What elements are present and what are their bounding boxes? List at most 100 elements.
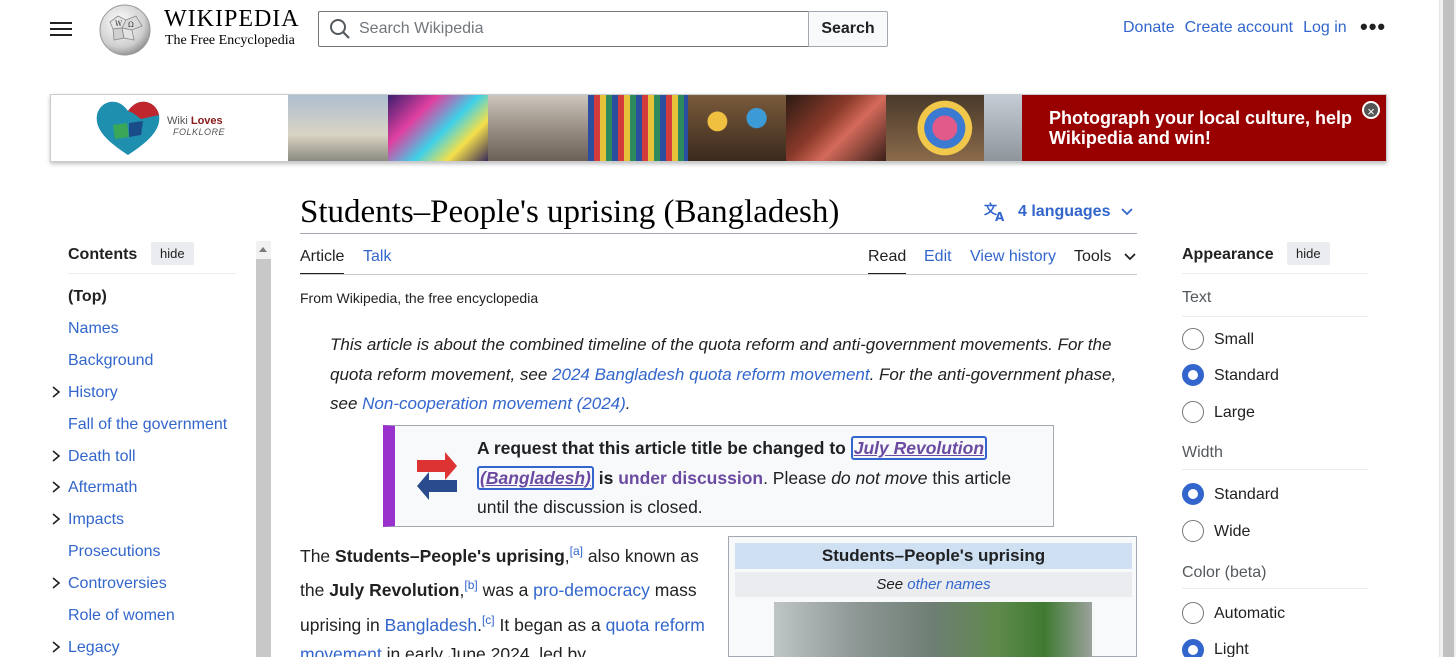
lede-text: It began as a [494, 614, 606, 635]
page-scrollbar[interactable] [1439, 0, 1456, 657]
tab-edit[interactable]: Edit [924, 248, 952, 266]
tab-article[interactable]: Article [300, 248, 345, 275]
create-account-link[interactable]: Create account [1185, 19, 1294, 37]
chevron-right-icon[interactable] [50, 449, 62, 466]
tab-talk[interactable]: Talk [363, 248, 391, 266]
appearance-divider [1182, 273, 1368, 274]
banner-logo-text: Wiki Loves FOLKLORE [167, 115, 225, 137]
text-large-label[interactable]: Large [1214, 404, 1255, 422]
lede-text: The [300, 545, 336, 566]
toc-item[interactable]: Impacts [68, 511, 124, 529]
width-wide-label[interactable]: Wide [1214, 523, 1250, 541]
text-standard-radio[interactable] [1182, 364, 1204, 386]
july-revolution-link[interactable]: July Revolution [850, 436, 988, 460]
wiki-loves-folklore-logo: Wiki Loves FOLKLORE [51, 95, 288, 161]
text-standard-label[interactable]: Standard [1214, 367, 1279, 385]
toc-item[interactable]: Role of women [68, 607, 175, 625]
chevron-right-icon[interactable] [50, 576, 62, 593]
reference-c[interactable]: [c] [482, 613, 495, 627]
toc-item[interactable]: Background [68, 352, 153, 370]
toc-title: Contents [68, 246, 138, 263]
color-label: Color (beta) [1182, 564, 1267, 581]
donate-link[interactable]: Donate [1123, 19, 1175, 37]
language-button[interactable]: 文 A 4 languages [984, 201, 1134, 223]
infobox-see-also: See other names [735, 572, 1132, 597]
banner-photo [388, 95, 488, 161]
move-request-notice: A request that this article title be cha… [383, 425, 1054, 527]
banner-cta-text[interactable]: Photograph your local culture, help Wiki… [1022, 95, 1386, 161]
lede-bold: July Revolution [329, 580, 460, 601]
color-light-label[interactable]: Light [1214, 641, 1249, 657]
logo-text-loves: Loves [190, 115, 223, 127]
close-icon[interactable]: × [1362, 101, 1380, 119]
tab-read[interactable]: Read [868, 248, 907, 275]
move-arrows-icon [417, 452, 457, 500]
scroll-up-arrow-icon[interactable] [259, 247, 267, 252]
width-standard-radio[interactable] [1182, 483, 1204, 505]
tools-menu[interactable]: Tools [1074, 248, 1137, 266]
toc-item[interactable]: Fall of the government [68, 416, 227, 434]
pro-democracy-link[interactable]: pro-democracy [533, 580, 650, 600]
toc-item[interactable]: History [68, 384, 118, 402]
width-wide-radio[interactable] [1182, 520, 1204, 542]
banner-photo-strip [288, 95, 1022, 161]
quota-reform-link[interactable]: 2024 Bangladesh quota reform movement [552, 365, 870, 384]
banner-photo [588, 95, 688, 161]
fundraising-banner[interactable]: Wiki Loves FOLKLORE Photograph your loca… [50, 94, 1387, 162]
toc-scrollbar[interactable] [256, 241, 271, 657]
chevron-right-icon[interactable] [50, 385, 62, 402]
infobox-see-text: See [876, 576, 908, 593]
text-large-radio[interactable] [1182, 401, 1204, 423]
toc-divider [68, 273, 236, 274]
infobox: Students–People's uprising See other nam… [728, 536, 1137, 657]
toc-item[interactable]: Legacy [68, 639, 120, 657]
reference-b[interactable]: [b] [464, 578, 477, 592]
banner-photo [688, 95, 786, 161]
text-small-label[interactable]: Small [1214, 331, 1254, 349]
appearance-divider [1182, 316, 1368, 317]
toc-item[interactable]: Prosecutions [68, 543, 161, 561]
july-revolution-link-cont[interactable]: (Bangladesh) [477, 465, 594, 490]
width-standard-label[interactable]: Standard [1214, 486, 1279, 504]
wikipedia-wordmark[interactable]: WIKIPEDIA [164, 6, 300, 33]
wikipedia-globe-logo[interactable]: W Ω [96, 2, 154, 56]
search-field[interactable] [318, 11, 809, 47]
notice-bold-text: A request that this article title be cha… [477, 438, 851, 458]
hamburger-icon [50, 22, 72, 24]
bangladesh-link[interactable]: Bangladesh [385, 614, 477, 634]
text-size-label: Text [1182, 289, 1212, 306]
chevron-right-icon[interactable] [50, 640, 62, 657]
toc-item[interactable]: (Top) [68, 288, 107, 306]
non-cooperation-link[interactable]: Non-cooperation movement (2024) [362, 394, 626, 413]
infobox-image[interactable] [774, 602, 1092, 657]
notice-text-part: . Please [763, 467, 832, 488]
other-names-link[interactable]: other names [907, 576, 990, 593]
search-input[interactable] [359, 20, 789, 38]
color-light-radio[interactable] [1182, 639, 1204, 657]
toc-item[interactable]: Names [68, 320, 119, 338]
login-link[interactable]: Log in [1303, 19, 1347, 37]
reference-a[interactable]: [a] [570, 544, 583, 558]
toc-item[interactable]: Death toll [68, 448, 136, 466]
chevron-down-icon [1124, 253, 1136, 261]
toc-hide-button[interactable]: hide [151, 242, 194, 265]
more-options-icon[interactable]: ••• [1360, 14, 1386, 40]
chevron-right-icon[interactable] [50, 480, 62, 497]
logo-text-folklore: FOLKLORE [173, 127, 226, 137]
appearance-hide-button[interactable]: hide [1287, 242, 1330, 265]
toc-item[interactable]: Aftermath [68, 479, 137, 497]
wikipedia-tagline: The Free Encyclopedia [165, 33, 295, 48]
lede-text: was a [477, 580, 534, 601]
tab-view-history[interactable]: View history [970, 248, 1056, 266]
chevron-right-icon[interactable] [50, 512, 62, 529]
text-small-radio[interactable] [1182, 328, 1204, 350]
svg-text:A: A [995, 210, 1005, 223]
color-automatic-label[interactable]: Automatic [1214, 605, 1285, 623]
scrollbar-thumb[interactable] [1443, 0, 1454, 657]
main-menu-button[interactable] [48, 18, 76, 40]
color-automatic-radio[interactable] [1182, 602, 1204, 624]
search-button[interactable]: Search [808, 11, 888, 47]
under-discussion-link[interactable]: under discussion [618, 468, 763, 488]
toc-item[interactable]: Controversies [68, 575, 167, 593]
language-count: 4 languages [1018, 203, 1111, 220]
